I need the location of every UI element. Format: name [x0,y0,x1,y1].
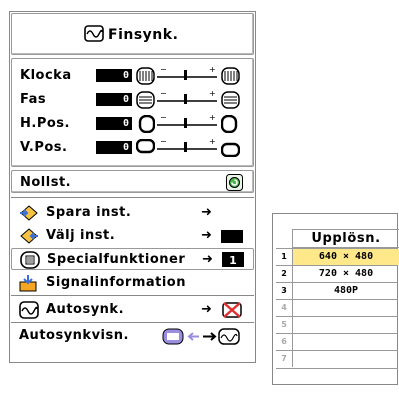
clock-pattern-icon [221,67,240,85]
adjust-row-vpos[interactable]: V.Pos. 0 − + [20,137,250,159]
row-number: 5 [281,320,287,329]
arrow-right-icon: ➜ [201,228,212,243]
resolution-cell: 640 × 480 [292,249,399,265]
reset-row[interactable]: Nollst. [11,170,254,193]
slider-thumb[interactable] [184,70,187,80]
hpos-icon [221,115,238,133]
svg-text:+: + [209,89,216,98]
adjust-value: 0 [96,69,132,82]
select-setting-icon [20,228,38,244]
vpos-icon [221,142,240,157]
hpos-icon [138,115,155,133]
menu-item-autosync-display[interactable]: Autosynkvisn. [11,325,254,347]
svg-text:+: + [209,137,216,146]
adjustment-group: Klocka 0 − + Fas 0 − + H.Pos. 0 − + V.Po… [11,58,254,167]
clock-pattern-icon [136,67,155,85]
menu-item-select-setting[interactable]: Välj inst. ➜ [11,225,254,247]
table-row[interactable]: 5 [276,316,398,334]
row-number: 3 [281,286,287,295]
row-number: 1 [281,252,287,261]
menu-item-label: Autosynkvisn. [19,328,129,343]
adjust-value: 0 [96,117,132,130]
svg-text:1: 1 [229,254,237,267]
menu-title: Finsynk. [108,27,179,43]
row-number: 7 [281,354,287,363]
divider [11,322,254,323]
finsync-icon [84,25,104,42]
vpos-icon [136,139,155,154]
slider-thumb[interactable] [184,142,187,152]
adjust-label: H.Pos. [20,116,70,131]
reset-label: Nollst. [20,175,72,190]
row-number: 2 [281,269,287,278]
menu-item-label: Spara inst. [46,205,132,220]
resolution-cell [292,351,399,367]
arrow-right-icon: ➜ [202,252,213,267]
menu-item-label: Specialfunktioner [47,252,186,267]
menu-item-signal-info[interactable]: Signalinformation [11,272,254,294]
table-row[interactable]: 4 [276,299,398,317]
row-number: 6 [281,337,287,346]
table-row[interactable]: 1 640 × 480 [276,248,399,266]
menu-item-autosync[interactable]: Autosynk. ➜ [11,299,254,321]
adjust-label: Fas [20,92,47,107]
phase-pattern-icon [221,91,240,109]
resolution-table: Upplösn. 1 640 × 480 2 720 × 480 3 480P … [272,213,399,385]
table-row[interactable]: 3 480P [276,282,398,300]
adjust-row-hpos[interactable]: H.Pos. 0 − + [20,113,250,135]
arrow-right-icon: ➜ [201,302,212,317]
adjust-slider[interactable]: − + [157,137,217,159]
phase-pattern-icon [136,91,155,109]
menu-item-save-setting[interactable]: Spara inst. ➜ [11,202,254,224]
adjust-row-clock[interactable]: Klocka 0 − + [20,65,250,87]
slider-thumb[interactable] [184,94,187,104]
autosync-display-icon [162,328,240,345]
table-row[interactable]: 2 720 × 480 [276,265,398,283]
resolution-cell: 720 × 480 [292,266,399,282]
autosync-off-icon [222,302,242,318]
adjust-slider[interactable]: − + [157,65,217,87]
table-row[interactable]: 7 [276,350,398,369]
adjust-slider[interactable]: − + [157,89,217,111]
divider [11,197,254,198]
setting-value-box [221,230,243,243]
slider-thumb[interactable] [184,118,187,128]
adjust-label: Klocka [20,68,72,83]
menu-item-label: Välj inst. [46,228,116,243]
reset-icon [226,174,243,191]
slider-minus: − [160,65,167,74]
slider-plus: + [209,65,216,74]
menu-title-bar: Finsynk. [11,13,254,55]
svg-text:−: − [160,89,167,98]
resolution-cell [292,317,399,333]
mode-value-box: 1 [222,252,244,267]
menu-item-label: Autosynk. [46,302,125,317]
divider [11,295,254,296]
adjust-value: 0 [96,93,132,106]
signal-info-icon [19,275,37,292]
save-setting-icon [20,205,38,221]
resolution-cell [292,334,399,350]
resolution-header: Upplösn. [292,229,399,248]
resolution-cell [292,300,399,316]
resolution-cell: 480P [292,283,399,299]
adjust-slider[interactable]: − + [157,113,217,135]
svg-text:+: + [209,113,216,122]
table-row[interactable]: 6 [276,333,398,351]
svg-text:−: − [160,113,167,122]
svg-text:−: − [160,137,167,146]
row-number: 4 [281,303,287,312]
arrow-right-icon: ➜ [201,205,212,220]
menu-item-special-mode[interactable]: Specialfunktioner ➜ 1 [11,248,254,270]
autosync-icon [19,301,39,319]
adjust-row-phase[interactable]: Fas 0 − + [20,89,250,111]
adjust-label: V.Pos. [20,140,68,155]
menu-item-label: Signalinformation [46,275,186,290]
adjust-value: 0 [96,141,132,154]
special-mode-icon [20,251,40,269]
